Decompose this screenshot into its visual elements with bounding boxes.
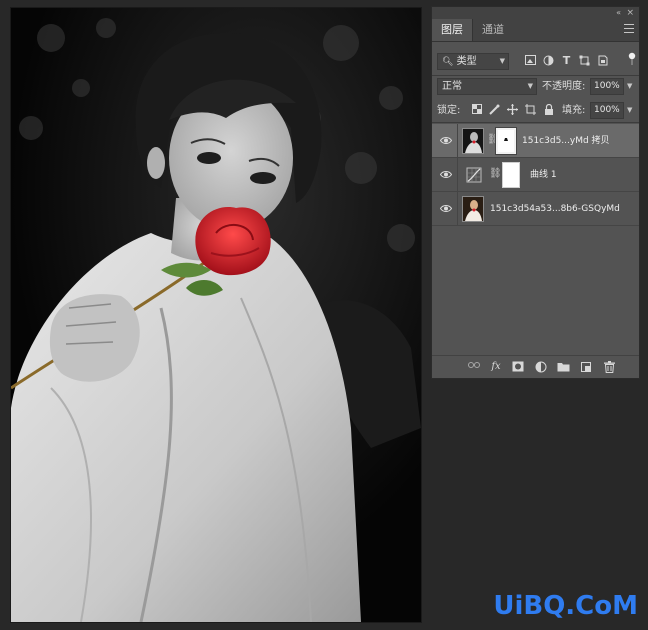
divider xyxy=(432,122,639,123)
divider xyxy=(432,75,639,76)
new-layer-icon[interactable] xyxy=(580,361,592,373)
layers-list: ⛓︎ 151c3d5...yMd 拷贝 ⛓︎ 曲线 1 151c3d54a53.… xyxy=(432,124,639,226)
divider xyxy=(457,158,458,191)
lock-position-icon[interactable] xyxy=(506,104,519,117)
lock-all-icon[interactable] xyxy=(542,103,555,117)
blend-mode-value: 正常 xyxy=(442,81,462,92)
visibility-eye-icon[interactable] xyxy=(440,204,452,213)
lock-artboard-icon[interactable] xyxy=(524,104,537,117)
search-icon: 🔍︎ xyxy=(442,57,454,67)
lock-transparent-icon[interactable] xyxy=(470,104,483,117)
fx-icon[interactable]: fx xyxy=(490,361,502,373)
layer-mask-thumbnail[interactable] xyxy=(495,127,517,155)
tab-layers[interactable]: 图层 xyxy=(432,19,473,41)
fill-input[interactable]: 100% xyxy=(590,102,624,119)
visibility-eye-icon[interactable] xyxy=(440,136,452,145)
panel-menu-icon[interactable] xyxy=(624,24,634,33)
collapse-panel-icon[interactable]: « xyxy=(616,7,621,19)
smart-object-filter-icon[interactable] xyxy=(596,55,609,68)
site-watermark: UiBQ.CoM xyxy=(493,591,638,621)
shape-filter-icon[interactable] xyxy=(578,55,591,68)
type-filter-icon[interactable]: T xyxy=(560,54,573,67)
lock-image-icon[interactable] xyxy=(488,104,501,117)
panel-tabs: 图层 通道 xyxy=(432,19,639,42)
delete-layer-icon[interactable] xyxy=(603,361,615,373)
opacity-label: 不透明度: xyxy=(542,81,586,92)
layer-mask-thumbnail[interactable] xyxy=(502,162,520,188)
link-layers-icon[interactable] xyxy=(468,361,480,373)
blend-mode-select[interactable]: 正常 ▼ xyxy=(437,78,537,95)
add-mask-icon[interactable] xyxy=(512,361,524,373)
close-panel-icon[interactable]: × xyxy=(626,7,634,19)
visibility-eye-icon[interactable] xyxy=(440,170,452,179)
adjustment-filter-icon[interactable] xyxy=(542,55,555,68)
tab-channels[interactable]: 通道 xyxy=(473,19,513,41)
layer-thumbnail[interactable] xyxy=(462,128,484,154)
layer-row-copy[interactable]: ⛓︎ 151c3d5...yMd 拷贝 xyxy=(432,124,639,158)
blend-row: 正常 ▼ 不透明度: 100% ▼ xyxy=(432,77,639,97)
document-canvas[interactable] xyxy=(11,8,421,622)
fill-label: 填充: xyxy=(562,105,586,116)
new-adjustment-icon[interactable] xyxy=(535,361,547,373)
layer-name[interactable]: 曲线 1 xyxy=(530,158,557,192)
divider xyxy=(457,124,458,157)
panel-titlebar[interactable]: « × xyxy=(432,7,639,19)
layer-row-curves[interactable]: ⛓︎ 曲线 1 xyxy=(432,158,639,192)
filter-kind-label: 类型 xyxy=(456,56,477,67)
layer-thumbnail[interactable] xyxy=(462,196,484,222)
layer-name[interactable]: 151c3d54a53...8b6-GSQyMd xyxy=(490,192,620,226)
divider xyxy=(457,192,458,225)
fill-dropdown-icon[interactable]: ▼ xyxy=(627,102,632,119)
layer-row-original[interactable]: 151c3d54a53...8b6-GSQyMd xyxy=(432,192,639,226)
mask-link-icon[interactable]: ⛓︎ xyxy=(489,168,502,179)
opacity-input[interactable]: 100% xyxy=(590,78,624,95)
opacity-dropdown-icon[interactable]: ▼ xyxy=(627,78,632,95)
chevron-down-icon: ▼ xyxy=(527,82,533,90)
new-group-icon[interactable] xyxy=(557,361,570,373)
panel-footer: fx xyxy=(432,355,639,378)
filter-toggle-icon[interactable] xyxy=(625,52,638,65)
layer-filter-row: 🔍︎ 类型 ▼ T xyxy=(432,51,639,73)
curves-adjustment-icon[interactable] xyxy=(466,167,482,183)
chevron-down-icon: ▼ xyxy=(499,57,505,65)
lock-label: 锁定: xyxy=(437,105,461,116)
image-filter-icon[interactable] xyxy=(524,55,537,68)
filter-kind-select[interactable]: 🔍︎ 类型 ▼ xyxy=(437,53,509,70)
lock-row: 锁定: 填充: 100% ▼ xyxy=(432,101,639,121)
photo xyxy=(11,8,421,622)
layers-panel: « × 图层 通道 🔍︎ 类型 ▼ T 正常 ▼ 不透明度: 100% ▼ 锁定… xyxy=(431,6,640,379)
layer-name[interactable]: 151c3d5...yMd 拷贝 xyxy=(522,124,610,158)
